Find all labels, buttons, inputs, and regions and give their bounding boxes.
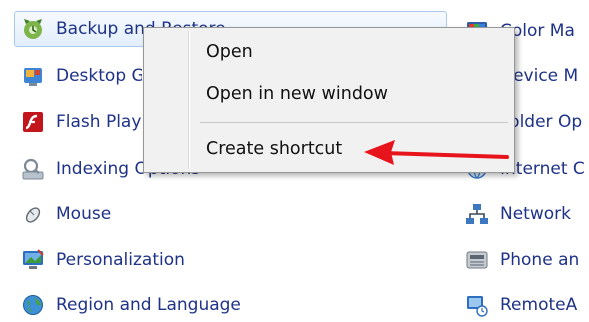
region-language-icon xyxy=(23,295,43,315)
menu-item-open[interactable]: Open xyxy=(206,37,253,67)
context-menu: Open Open in new window Create shortcut xyxy=(143,27,515,173)
backup-restore-icon xyxy=(24,19,42,39)
menu-icon-gutter xyxy=(188,31,190,169)
phone-modem-icon xyxy=(466,251,488,269)
item-label: Phone an xyxy=(500,250,580,270)
item-label: Network xyxy=(500,204,571,224)
control-panel-item-desktop-gadgets[interactable]: Desktop Gadgets xyxy=(20,59,142,93)
control-panel-item-network[interactable]: Network xyxy=(464,197,589,231)
control-panel-item-region-language[interactable]: Region and Language xyxy=(20,288,300,322)
control-panel-item-personalization[interactable]: Personalization xyxy=(20,243,260,277)
desktop-gadgets-icon xyxy=(24,68,42,86)
personalization-icon xyxy=(23,249,44,269)
remoteapp-icon xyxy=(467,296,488,317)
menu-item-open-new-window[interactable]: Open in new window xyxy=(206,79,388,109)
network-icon xyxy=(466,204,488,224)
menu-separator xyxy=(200,122,508,123)
control-panel-item-mouse[interactable]: Mouse xyxy=(20,197,220,231)
indexing-options-icon xyxy=(22,158,44,180)
control-panel-item-phone-modem[interactable]: Phone an xyxy=(464,243,589,277)
flash-player-icon xyxy=(23,112,43,132)
item-label: Flash Player xyxy=(56,112,142,132)
item-label: Desktop Gadgets xyxy=(56,66,142,86)
control-panel-item-flash-player[interactable]: Flash Player xyxy=(20,105,142,139)
control-panel-item-remoteapp[interactable]: RemoteA xyxy=(464,288,589,322)
item-label: RemoteA xyxy=(500,295,578,315)
menu-item-create-shortcut[interactable]: Create shortcut xyxy=(206,134,342,164)
item-label: Personalization xyxy=(56,250,185,270)
item-label: Mouse xyxy=(56,204,112,224)
item-label: Region and Language xyxy=(56,295,241,315)
mouse-icon xyxy=(25,207,41,223)
